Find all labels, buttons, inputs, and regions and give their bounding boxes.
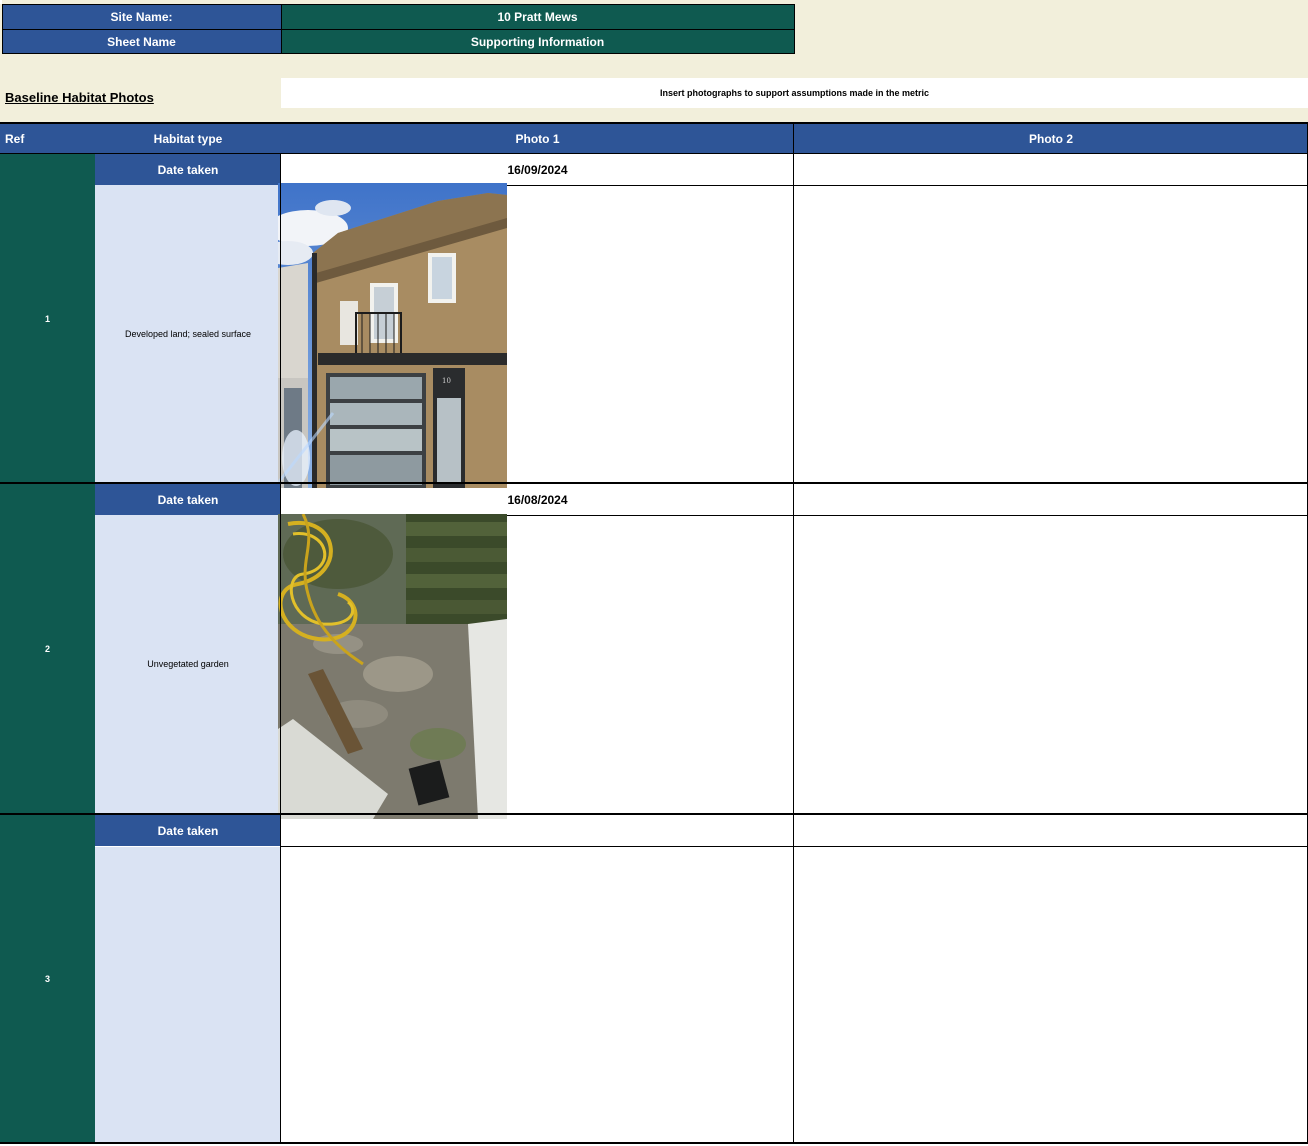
- row-3-ref: 3: [0, 815, 95, 1143]
- svg-text:10: 10: [442, 377, 451, 385]
- row-2-date-label: Date taken: [95, 484, 281, 515]
- row-3-date-divider: [281, 846, 1308, 847]
- column-header-photo1: Photo 1: [281, 124, 794, 153]
- row-3-date-label: Date taken: [95, 815, 281, 846]
- sheet-name-value[interactable]: Supporting Information: [281, 30, 794, 53]
- column-header-photo2: Photo 2: [794, 124, 1308, 153]
- column-header-habitat: Habitat type: [95, 124, 281, 153]
- header-border-bottom: [2, 53, 794, 54]
- row-2-photo1-date[interactable]: 16/08/2024: [281, 484, 794, 515]
- row-2-photo2-date[interactable]: [794, 484, 1308, 515]
- row-1-habitat[interactable]: Developed land; sealed surface: [95, 185, 281, 483]
- garden-hose-photo: [278, 514, 507, 819]
- row-1-date-label: Date taken: [95, 154, 281, 185]
- header-border-mid: [2, 29, 794, 30]
- header-border-top: [2, 4, 794, 5]
- photo-column-divider: [793, 124, 794, 1144]
- sheet-name-label: Sheet Name: [2, 30, 281, 53]
- instruction-bar: Insert photographs to support assumption…: [281, 78, 1308, 108]
- row-2-ref: 2: [0, 484, 95, 813]
- row-2-habitat[interactable]: Unvegetated garden: [95, 515, 281, 813]
- instruction-text: Insert photographs to support assumption…: [659, 88, 930, 98]
- row-3-photo1-date[interactable]: [281, 815, 794, 846]
- column-header-ref: Ref: [0, 124, 95, 153]
- site-name-value[interactable]: 10 Pratt Mews: [281, 5, 794, 29]
- row-1-ref: 1: [0, 154, 95, 483]
- site-name-label: Site Name:: [2, 5, 281, 29]
- header-border-left: [2, 4, 3, 54]
- building-facade-photo: 10: [278, 183, 507, 488]
- row-1-photo2-date[interactable]: [794, 154, 1308, 185]
- table-bottom-border: [0, 1142, 1308, 1144]
- section-title: Baseline Habitat Photos: [5, 90, 154, 105]
- row-3-habitat[interactable]: [95, 847, 281, 1143]
- row-3-photo2-date[interactable]: [794, 815, 1308, 846]
- row-1-photo1-date[interactable]: 16/09/2024: [281, 154, 794, 185]
- header-border-center: [281, 4, 282, 54]
- photo1-left-border: [280, 154, 281, 1144]
- header-border-right: [794, 4, 795, 54]
